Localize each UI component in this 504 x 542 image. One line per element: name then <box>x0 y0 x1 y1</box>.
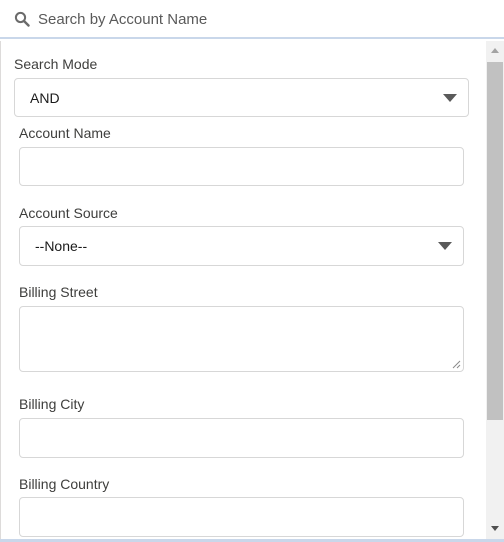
account-source-select[interactable]: --None-- <box>19 226 464 266</box>
billing-country-field[interactable] <box>19 497 464 537</box>
billing-street-textarea[interactable] <box>19 306 464 372</box>
account-name-label: Account Name <box>19 125 111 141</box>
search-mode-value: AND <box>30 90 60 106</box>
billing-country-label: Billing Country <box>19 476 110 492</box>
account-search-bar <box>0 0 504 39</box>
vertical-scrollbar[interactable] <box>486 41 504 539</box>
billing-city-label: Billing City <box>19 396 85 412</box>
search-filter-panel: Search Mode AND Account Name Account Sou… <box>0 0 504 542</box>
scrollbar-thumb[interactable] <box>487 62 503 420</box>
resize-grip-icon[interactable] <box>451 359 461 369</box>
chevron-down-icon <box>443 94 457 102</box>
billing-city-field[interactable] <box>19 418 464 458</box>
account-name-field[interactable] <box>19 147 464 186</box>
account-name-search-input[interactable] <box>38 6 488 32</box>
search-mode-label: Search Mode <box>14 56 98 72</box>
search-mode-select[interactable]: AND <box>14 78 469 117</box>
scroll-up-arrow-icon[interactable] <box>491 48 499 53</box>
scroll-down-arrow-icon[interactable] <box>491 526 499 531</box>
account-source-value: --None-- <box>35 238 88 254</box>
search-icon <box>14 11 30 27</box>
chevron-down-icon <box>438 242 452 250</box>
billing-street-label: Billing Street <box>19 284 98 300</box>
account-source-label: Account Source <box>19 205 118 221</box>
